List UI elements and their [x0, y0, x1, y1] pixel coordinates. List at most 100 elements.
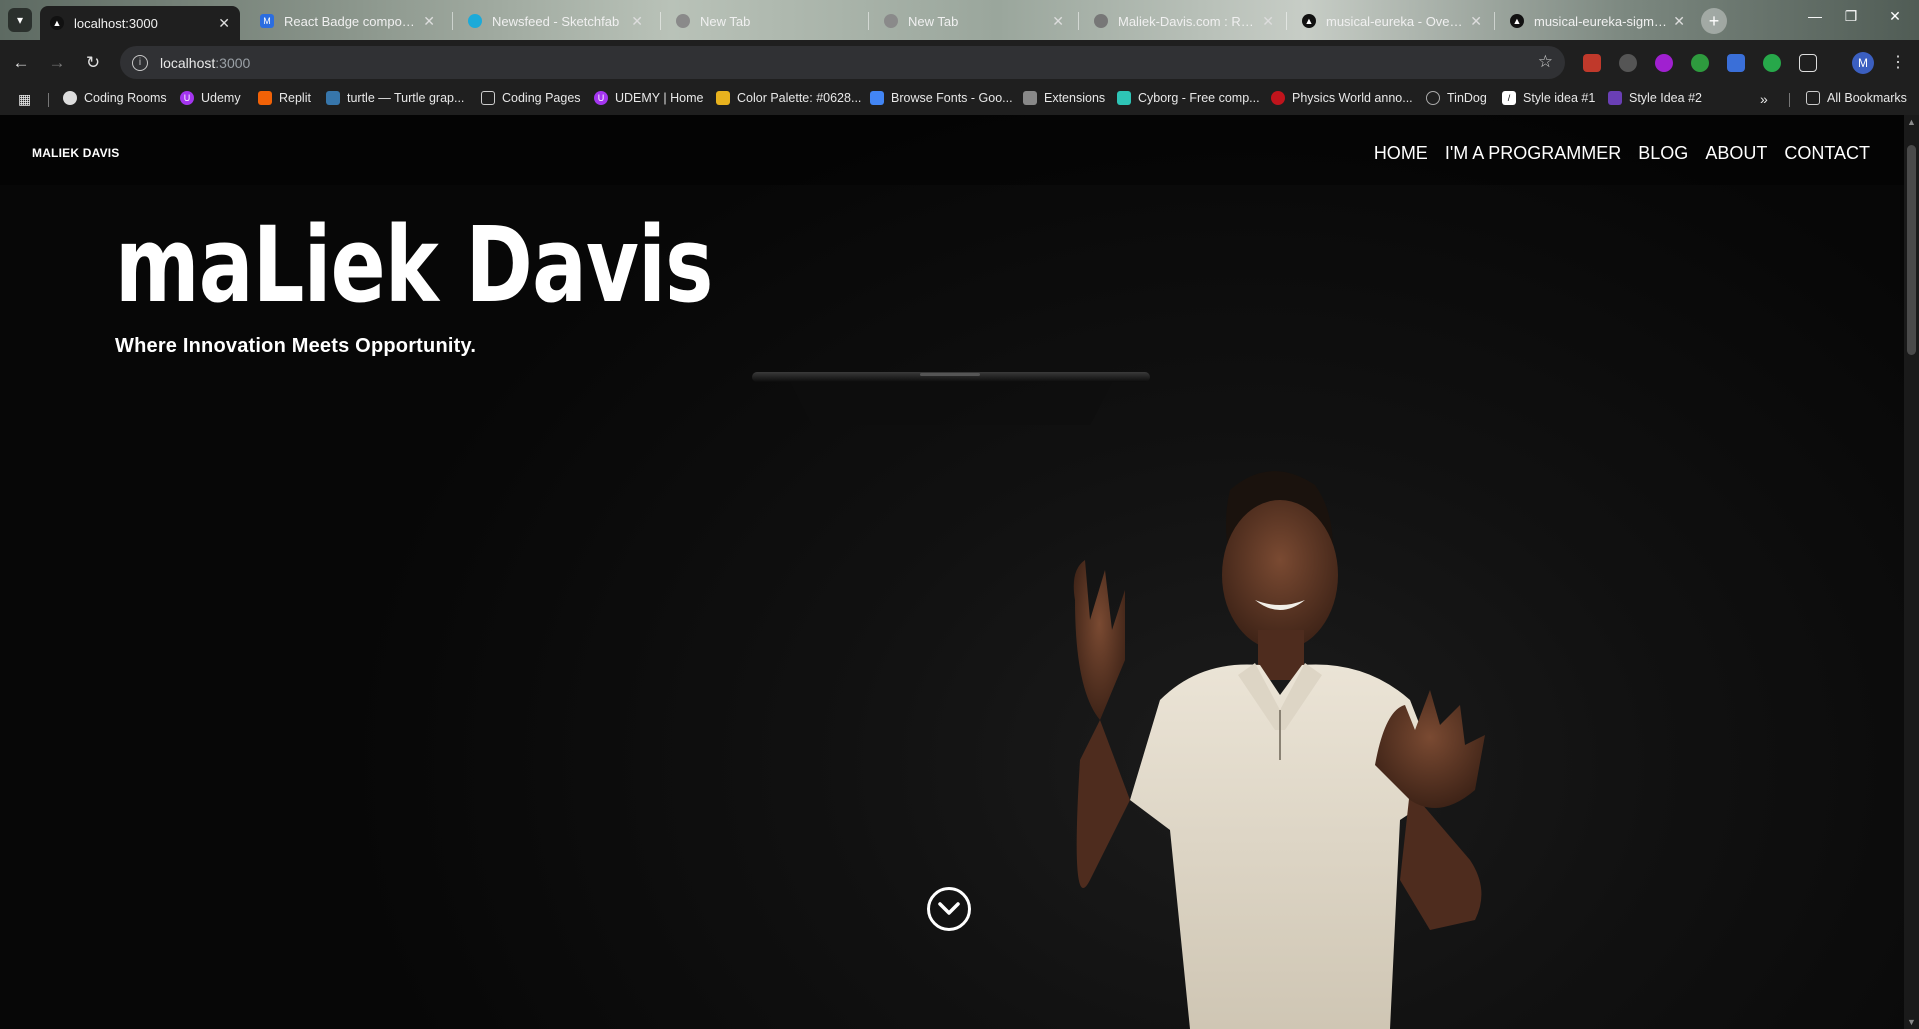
extension-icon[interactable] [1583, 54, 1601, 72]
bookmark-style-idea-1[interactable]: / Style idea #1 [1502, 91, 1595, 105]
tab-new-tab-2[interactable]: New Tab ✕ [874, 6, 1074, 36]
nav-link-home[interactable]: HOME [1374, 143, 1428, 164]
forward-icon[interactable]: → [44, 50, 70, 76]
address-port: :3000 [215, 54, 251, 71]
bookmark-star-icon[interactable]: ☆ [1538, 52, 1553, 72]
bookmark-label: Color Palette: #0628... [737, 91, 862, 105]
site-info-icon[interactable]: i [132, 54, 148, 71]
bookmark-coding-pages[interactable]: Coding Pages [481, 91, 581, 105]
bookmark-extensions[interactable]: Extensions [1023, 91, 1105, 105]
all-bookmarks-folder[interactable]: All Bookmarks [1806, 91, 1907, 105]
style-icon: / [1502, 91, 1516, 105]
bookmark-label: Cyborg - Free comp... [1138, 91, 1260, 105]
close-icon[interactable]: ✕ [218, 15, 230, 32]
puzzle-icon[interactable] [1799, 54, 1817, 72]
apps-grid-icon[interactable]: ▦ [18, 91, 31, 108]
bookmark-cyborg[interactable]: Cyborg - Free comp... [1117, 91, 1260, 105]
close-icon[interactable]: ✕ [1470, 13, 1482, 30]
extension-icon[interactable] [1619, 54, 1637, 72]
scroll-down-arrow-icon[interactable]: ▼ [1907, 1017, 1916, 1027]
tab-divider [1286, 12, 1287, 30]
browser-toolbar: ← → ↻ i localhost:3000 ☆ M ⋮ [0, 40, 1919, 85]
tab-localhost[interactable]: ▲ localhost:3000 ✕ [40, 6, 240, 40]
more-bookmarks-chevron-icon[interactable]: » [1760, 91, 1768, 107]
bookmark-label: Browse Fonts - Goo... [891, 91, 1013, 105]
bookmark-coding-rooms[interactable]: Coding Rooms [63, 91, 167, 105]
bookmark-color-palette[interactable]: Color Palette: #0628... [716, 91, 861, 105]
bookmark-google-fonts[interactable]: Browse Fonts - Goo... [870, 91, 1013, 105]
triangle-icon: ▲ [1510, 14, 1524, 28]
bookmark-replit[interactable]: Replit [258, 91, 311, 105]
scroll-down-button[interactable] [927, 887, 971, 931]
bookmark-style-idea-2[interactable]: Style Idea #2 [1608, 91, 1702, 105]
tab-title: React Badge component [284, 13, 418, 29]
udemy-icon: U [594, 91, 608, 105]
chrome-icon [884, 14, 898, 28]
close-icon[interactable]: ✕ [1262, 13, 1274, 30]
folder-icon [1806, 91, 1820, 105]
bookmark-label: Extensions [1044, 91, 1106, 105]
tab-sketchfab[interactable]: Newsfeed - Sketchfab ✕ [458, 6, 653, 36]
restore-icon[interactable]: ❐ [1839, 8, 1863, 25]
bookmark-physics-world[interactable]: Physics World anno... [1271, 91, 1413, 105]
reload-icon[interactable]: ↻ [80, 50, 106, 76]
extension-icon[interactable] [1763, 54, 1781, 72]
palette-icon [716, 91, 730, 105]
hero-title: maLiek Davis [115, 204, 713, 326]
bookmark-turtle[interactable]: turtle — Turtle grap... [326, 91, 464, 105]
window-close-icon[interactable]: ✕ [1883, 8, 1907, 25]
nav-link-programmer[interactable]: I'M A PROGRAMMER [1445, 143, 1621, 164]
close-icon[interactable]: ✕ [1052, 13, 1064, 30]
tab-search-button[interactable]: ▾ [8, 8, 32, 32]
profile-avatar[interactable]: M [1852, 52, 1874, 74]
tab-new-tab-1[interactable]: New Tab [666, 6, 861, 36]
extension-icon[interactable] [1727, 54, 1745, 72]
cyborg-icon [1117, 91, 1131, 105]
tab-title: Newsfeed - Sketchfab [492, 13, 620, 29]
chrome-icon [676, 14, 690, 28]
bookmark-divider [1789, 93, 1790, 107]
tab-musical-eureka-sigma[interactable]: ▲ musical-eureka-sigma.ve ✕ [1500, 6, 1695, 36]
extension-icon[interactable] [1691, 54, 1709, 72]
address-bar[interactable]: i localhost:3000 ☆ [120, 46, 1565, 79]
sketchfab-icon [468, 14, 482, 28]
address-url: localhost:3000 [160, 55, 250, 71]
more-menu-icon[interactable]: ⋮ [1890, 52, 1906, 72]
globe-icon [1426, 91, 1440, 105]
nav-link-contact[interactable]: CONTACT [1784, 143, 1870, 164]
coding-rooms-icon [63, 91, 77, 105]
mui-icon: M [260, 14, 274, 28]
bookmarks-bar: ▦ Coding Rooms U Udemy Replit turtle — Tu… [0, 85, 1919, 115]
tab-divider [452, 12, 453, 30]
back-icon[interactable]: ← [8, 50, 34, 76]
scrollbar-thumb[interactable] [1907, 145, 1916, 355]
style-icon [1608, 91, 1622, 105]
bookmark-label: Style idea #1 [1523, 91, 1596, 105]
minimize-icon[interactable]: — [1803, 8, 1827, 24]
new-tab-button[interactable]: + [1701, 8, 1727, 34]
nav-link-about[interactable]: ABOUT [1705, 143, 1767, 164]
close-icon[interactable]: ✕ [631, 13, 643, 30]
google-fonts-icon [870, 91, 884, 105]
laptop-image [752, 372, 1150, 425]
bookmark-label: Physics World anno... [1292, 91, 1413, 105]
tab-react-badge[interactable]: M React Badge component ✕ [250, 6, 445, 36]
bookmark-label: TinDog [1447, 91, 1487, 105]
tab-divider [1494, 12, 1495, 30]
nav-link-blog[interactable]: BLOG [1638, 143, 1688, 164]
address-host: localhost [160, 54, 216, 71]
bookmark-tindog[interactable]: TinDog [1426, 91, 1487, 105]
site-logo[interactable]: MALIEK DAVIS [32, 146, 120, 160]
chevron-down-icon [938, 902, 960, 915]
tab-maliek-davis[interactable]: Maliek-Davis.com : Rebra ✕ [1084, 6, 1284, 36]
scroll-up-arrow-icon[interactable]: ▲ [1907, 117, 1916, 127]
tab-title: localhost:3000 [74, 15, 158, 31]
bookmark-udemy-home[interactable]: U UDEMY | Home [594, 91, 703, 105]
extension-icon[interactable] [1655, 54, 1673, 72]
close-icon[interactable]: ✕ [423, 13, 435, 30]
bookmark-label: Coding Rooms [84, 91, 167, 105]
page-scrollbar[interactable]: ▲ ▼ [1904, 115, 1919, 1029]
tab-musical-eureka-overview[interactable]: ▲ musical-eureka - Overvie ✕ [1292, 6, 1492, 36]
bookmark-udemy[interactable]: U Udemy [180, 91, 241, 105]
close-icon[interactable]: ✕ [1673, 13, 1685, 30]
